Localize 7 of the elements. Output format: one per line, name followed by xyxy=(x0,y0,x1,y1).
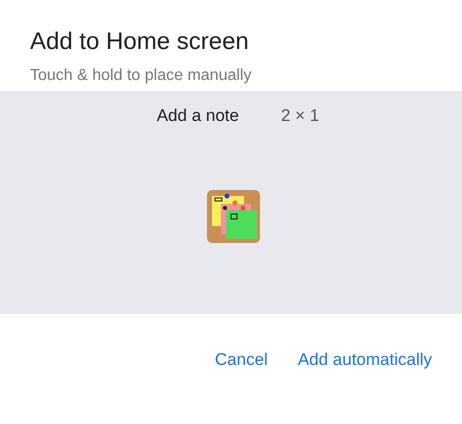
dialog-button[interactable]: Add automatically xyxy=(290,346,440,374)
dialog-button[interactable]: Cancel xyxy=(206,346,276,374)
sticky-notes-icon[interactable] xyxy=(207,190,260,243)
widget-size: 2 × 1 xyxy=(280,106,320,126)
dialog-title: Add to Home screen xyxy=(30,27,250,57)
widget-name: Add a note xyxy=(156,106,239,126)
dialog-subtitle: Touch & hold to place manually xyxy=(30,66,252,86)
